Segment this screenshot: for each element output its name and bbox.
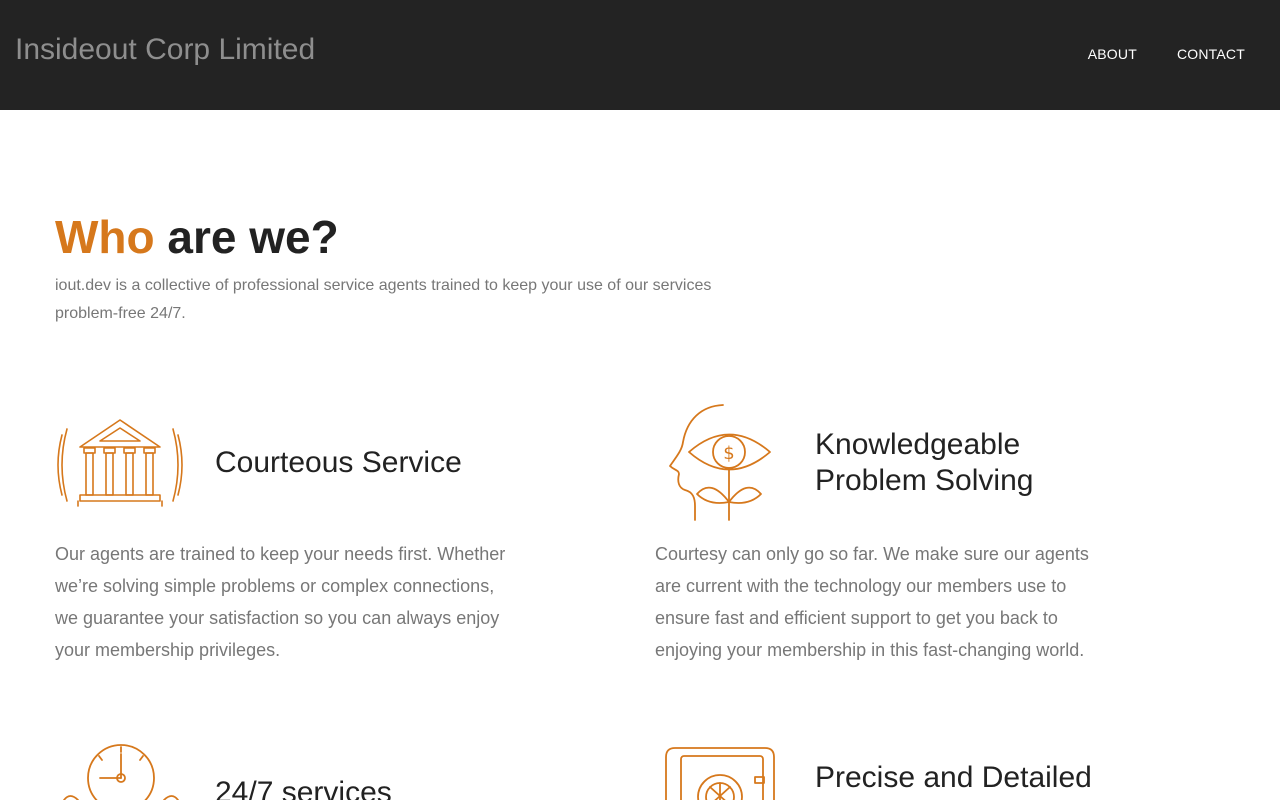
feature-text-problem-solving: Courtesy can only go so far. We make sur… xyxy=(655,544,1089,660)
feature-title-line-1: Knowledgeable xyxy=(815,428,1021,461)
feature-title-courteous-service: Courteous Service xyxy=(215,446,462,479)
nav-link-contact[interactable]: CONTACT xyxy=(1177,46,1245,62)
feature-title-precise-detailed: Precise and Detailed xyxy=(815,761,1092,794)
intro-description: iout.dev is a collective of professional… xyxy=(55,277,712,322)
feature-title-24-7-services: 24/7 services xyxy=(215,776,392,800)
clock-network-icon xyxy=(62,740,182,800)
main-nav: ABOUT CONTACT xyxy=(1088,46,1245,62)
nav-link-about[interactable]: ABOUT xyxy=(1088,46,1137,62)
feature-text-courteous-service: Our agents are trained to keep your need… xyxy=(55,544,506,660)
brand-logo-text[interactable]: Insideout Corp Limited xyxy=(15,33,315,67)
intro-heading-accent: Who xyxy=(55,211,155,263)
head-eye-dollar-icon: $ xyxy=(665,402,775,524)
bank-building-icon xyxy=(55,415,185,510)
intro-heading-rest: are we? xyxy=(167,211,339,263)
svg-text:$: $ xyxy=(723,443,734,464)
top-navbar: Insideout Corp Limited ABOUT CONTACT xyxy=(0,0,1280,110)
feature-title-problem-solving: Knowledgeable Problem Solving xyxy=(815,427,1033,499)
safe-vault-icon xyxy=(664,745,779,800)
intro-heading: Who are we? xyxy=(55,210,339,264)
feature-title-line-2: Problem Solving xyxy=(815,464,1034,497)
